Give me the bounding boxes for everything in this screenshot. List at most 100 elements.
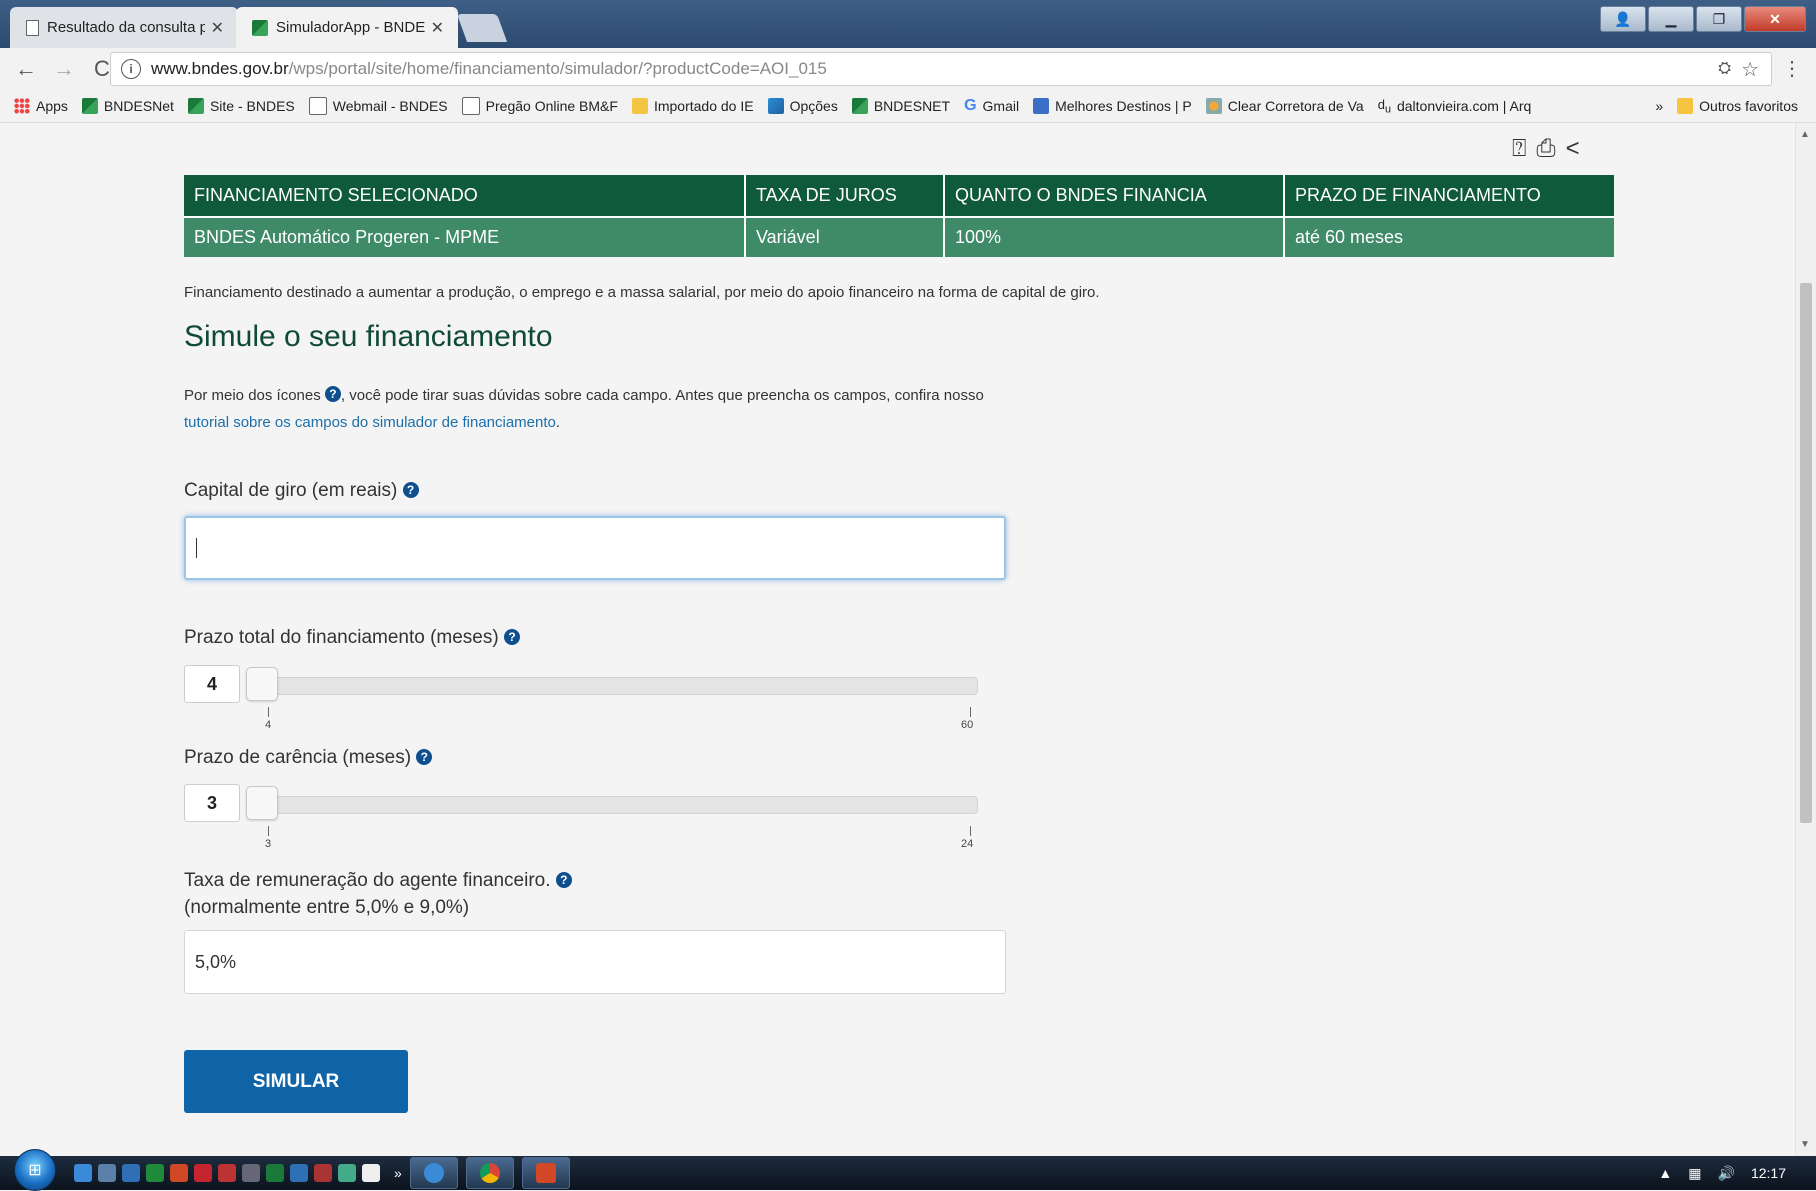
bookmark-label: Webmail - BNDES xyxy=(332,98,448,114)
bookmarks-bar: Apps BNDESNet Site - BNDES Webmail - BND… xyxy=(0,90,1816,123)
outlook-icon[interactable] xyxy=(122,1164,140,1182)
bookmark-site-bndes[interactable]: Site - BNDES xyxy=(187,98,295,114)
bookmark-melhores-destinos[interactable]: Melhores Destinos | P xyxy=(1033,98,1192,114)
intro-text-part: Por meio dos ícones xyxy=(184,387,325,404)
bookmark-bndesnet[interactable]: BNDESNet xyxy=(81,98,174,114)
folder-icon xyxy=(1677,98,1694,114)
bookmark-pregao[interactable]: Pregão Online BM&F xyxy=(461,97,618,115)
excel-icon[interactable] xyxy=(146,1164,164,1182)
bookmark-importado[interactable]: Importado do IE xyxy=(631,98,754,114)
tick-max xyxy=(970,826,971,836)
share-icon[interactable]: < xyxy=(1566,135,1580,163)
folder-icon xyxy=(631,98,648,114)
start-button[interactable]: ⊞ xyxy=(14,1149,56,1191)
tab-title: Resultado da consulta pr xyxy=(47,19,205,36)
bookmark-gmail[interactable]: G Gmail xyxy=(964,97,1019,115)
bookmark-bndesnet-2[interactable]: BNDESNET xyxy=(851,98,950,114)
bookmarks-overflow-button[interactable]: » xyxy=(1655,98,1663,114)
pin-icon xyxy=(1033,98,1050,114)
browser-menu-icon[interactable]: ⋮ xyxy=(1782,56,1802,81)
maximize-button[interactable]: ❐ xyxy=(1696,6,1742,32)
bookmark-label: BNDESNet xyxy=(103,98,174,114)
new-tab-button[interactable] xyxy=(456,14,508,42)
taxa-input[interactable]: 5,0% xyxy=(184,930,1006,994)
help-icon[interactable]: ? xyxy=(555,872,572,888)
word-icon[interactable] xyxy=(290,1164,308,1182)
blank-page-icon[interactable] xyxy=(362,1164,380,1182)
carencia-value-box[interactable]: 3 xyxy=(184,784,240,822)
close-tab-icon[interactable]: ✕ xyxy=(431,18,444,38)
financing-summary-table: FINANCIAMENTO SELECIONADO TAXA DE JUROS … xyxy=(184,175,1614,257)
tray-expand-icon[interactable]: ▲ xyxy=(1658,1165,1672,1181)
carencia-slider-track[interactable] xyxy=(246,796,978,814)
help-icon[interactable]: ? xyxy=(416,749,433,765)
task-ie[interactable] xyxy=(409,1157,458,1189)
page-icon xyxy=(461,97,480,115)
close-window-button[interactable]: ✕ xyxy=(1744,6,1806,32)
bookmark-label: Opções xyxy=(789,98,838,114)
forward-icon[interactable]: → xyxy=(52,56,76,82)
volume-icon[interactable]: 🔊 xyxy=(1718,1165,1735,1182)
powerpoint-icon xyxy=(535,1163,556,1183)
scroll-thumb[interactable] xyxy=(1800,283,1812,823)
network-tray-icon[interactable]: ▦ xyxy=(1688,1165,1701,1182)
task-chrome[interactable] xyxy=(465,1157,514,1189)
col-prazo-financiamento: PRAZO DE FINANCIAMENTO xyxy=(1284,175,1614,217)
prazo-slider-track[interactable] xyxy=(246,677,978,695)
taskbar-overflow-icon[interactable]: » xyxy=(394,1165,402,1181)
bookmark-apps[interactable]: Apps xyxy=(14,98,68,114)
bndes-icon[interactable] xyxy=(266,1164,284,1182)
presentation-icon[interactable] xyxy=(314,1164,332,1182)
clock[interactable]: 12:17 xyxy=(1751,1165,1786,1181)
page-scrollbar[interactable]: ▲ ▼ xyxy=(1795,123,1816,1156)
page-icon xyxy=(308,97,327,115)
help-icon[interactable]: ? xyxy=(504,629,520,645)
bndes-icon xyxy=(252,19,268,36)
info-icon[interactable]: i xyxy=(121,59,141,79)
bookmark-outros-favoritos[interactable]: Outros favoritos xyxy=(1677,98,1798,114)
carencia-slider-handle[interactable] xyxy=(246,786,278,820)
bookmark-daltonvieira[interactable]: du daltonvieira.com | Arq xyxy=(1378,97,1532,116)
app-icon[interactable] xyxy=(218,1164,236,1182)
prazo-value-box[interactable]: 4 xyxy=(184,665,240,703)
computer-icon[interactable] xyxy=(242,1164,260,1182)
url-input[interactable]: i www.bndes.gov.br/wps/portal/site/home/… xyxy=(110,52,1772,86)
back-icon[interactable]: ← xyxy=(14,56,38,82)
tab-resultado-consulta[interactable]: Resultado da consulta pr ✕ xyxy=(10,7,238,48)
help-icon[interactable]: ? xyxy=(402,482,419,498)
taxa-label-text: Taxa de remuneração do agente financeiro… xyxy=(184,870,551,891)
bookmark-clear[interactable]: Clear Corretora de Va xyxy=(1205,98,1364,114)
help-circle-icon[interactable]: ⍰ xyxy=(1512,135,1526,163)
bookmark-label: daltonvieira.com | Arq xyxy=(1396,98,1532,114)
tutorial-link[interactable]: tutorial sobre os campos do simulador de… xyxy=(184,414,556,431)
col-quanto-financia: QUANTO O BNDES FINANCIA xyxy=(944,175,1285,217)
bookmark-webmail[interactable]: Webmail - BNDES xyxy=(308,97,448,115)
simular-button[interactable]: SIMULAR xyxy=(184,1050,408,1113)
cell-taxa-juros: Variável xyxy=(745,216,945,257)
tab-simulador-app[interactable]: SimuladorApp - BNDES ✕ xyxy=(236,7,458,48)
prazo-slider-handle[interactable] xyxy=(246,667,278,701)
scroll-down-icon[interactable]: ▼ xyxy=(1800,1139,1810,1150)
translate-icon[interactable]: ⛭ xyxy=(1718,60,1731,78)
bookmark-opcoes[interactable]: Opções xyxy=(767,98,838,114)
powerpoint-icon[interactable] xyxy=(170,1164,188,1182)
close-tab-icon[interactable]: ✕ xyxy=(211,18,224,38)
scroll-up-icon[interactable]: ▲ xyxy=(1800,129,1810,140)
bookmark-label: Clear Corretora de Va xyxy=(1227,98,1364,114)
document-icon[interactable] xyxy=(98,1164,116,1182)
print-icon[interactable]: ⎙ xyxy=(1536,135,1555,163)
user-icon[interactable]: 👤 xyxy=(1600,6,1646,32)
bookmark-star-icon[interactable]: ☆ xyxy=(1741,57,1759,82)
carencia-label: Prazo de carência (meses) ? xyxy=(184,747,433,769)
access-icon[interactable] xyxy=(194,1164,212,1182)
prazo-label: Prazo total do financiamento (meses) ? xyxy=(184,627,520,649)
prazo-max-label: 60 xyxy=(961,719,974,731)
capital-input[interactable] xyxy=(184,516,1006,580)
ie-icon[interactable] xyxy=(74,1164,92,1182)
task-powerpoint[interactable] xyxy=(521,1157,570,1189)
bookmark-label: Outros favoritos xyxy=(1699,98,1798,114)
bookmark-label: Gmail xyxy=(982,98,1020,114)
minimize-button[interactable]: ▁ xyxy=(1648,6,1694,32)
google-icon: G xyxy=(964,97,977,114)
network-icon[interactable] xyxy=(338,1164,356,1182)
